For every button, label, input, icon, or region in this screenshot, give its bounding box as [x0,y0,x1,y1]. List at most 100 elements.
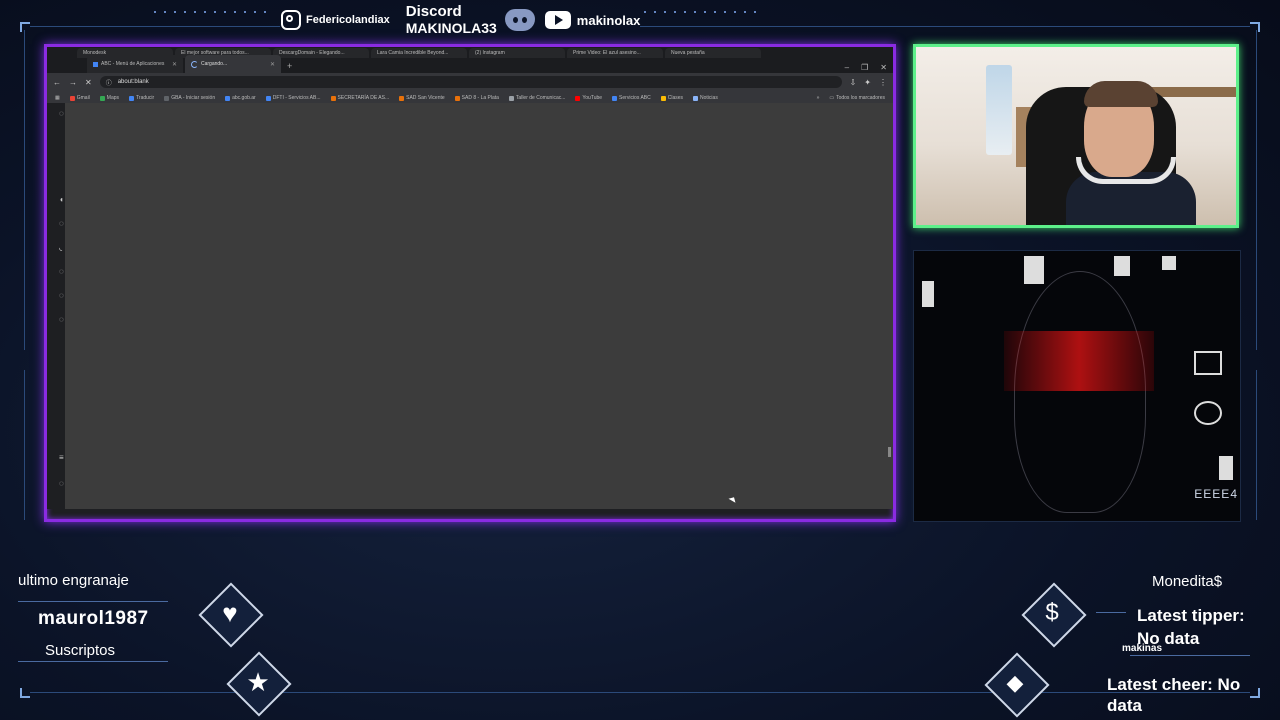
frame-corner-tl [20,22,30,32]
frame-line-right-lower [1256,370,1257,520]
browser-toolbar: ← → ✕ ⓘ about:blank ⇩ ✦ ⋮ [47,73,893,91]
bookmark-gba[interactable]: GBA - Iniciar sesión [164,95,215,101]
glitch-red-band [1004,331,1154,391]
person-hair [1084,81,1158,107]
close-icon[interactable]: ✕ [172,61,177,68]
dollar-icon: $ [1045,599,1059,626]
last-gear-user: maurol1987 [38,608,149,629]
tab-2[interactable]: DescargDomain - Elegando... [273,48,369,58]
bookmark-maps[interactable]: Maps [99,95,119,101]
gutter-glyph: ≡ [59,453,64,462]
dot-row-top-right [640,11,760,13]
subs-label: Suscriptos [45,642,116,659]
all-bookmarks[interactable]: ▭ Todos los marcadores [829,95,885,101]
close-window-icon[interactable]: ✕ [880,63,887,72]
gutter-glyph: ◌ [59,479,64,488]
tab-favicon-icon [93,61,98,67]
divider [1130,655,1250,656]
folder-icon: ▭ [829,95,835,101]
youtube-handle: makinolax [576,12,641,28]
bookmark-sad-san-vicente[interactable]: SAD San Vicente [399,95,445,101]
bookmark-abc[interactable]: abc.gob.ar [225,95,256,101]
gutter-glyph: ◌ [59,291,64,300]
glitch-block [1114,256,1130,276]
currency-label: makinas [1122,643,1163,654]
screen-capture-frame: Monodesk El mejor software para todos...… [44,44,896,522]
divider [18,601,168,602]
bookmark-youtube[interactable]: YouTube [575,95,602,101]
bookmark-secretaria[interactable]: SECRETARÍA DE AS... [330,95,389,101]
minimize-icon[interactable]: – [845,63,849,72]
new-tab-button[interactable]: + [283,61,296,71]
divider [1096,612,1126,613]
maximize-icon[interactable]: ❐ [861,63,868,72]
frame-line-left [24,30,25,350]
glitch-label: EEEE4 [1194,487,1238,501]
frame-line-top [30,26,280,27]
loading-spinner-icon [191,60,198,68]
forward-icon[interactable]: → [69,78,77,87]
glitch-block [1024,256,1044,284]
bookmark-servicios-abc[interactable]: Servicios ABC [612,95,651,101]
frame-corner-br [1250,688,1260,698]
tab-loading[interactable]: Cargando... ✕ [185,55,281,73]
bookmark-clases[interactable]: Clases [660,95,683,101]
site-info-icon: ⓘ [105,80,112,87]
tab-4[interactable]: (2) Instagram [469,48,565,58]
tab-abc-menu[interactable]: ABC - Menú de Aplicaciones ✕ [87,55,183,73]
webcam-frame [913,44,1239,228]
tab-5[interactable]: Prime Video: El azul asesino... [567,48,663,58]
latest-tipper-label: Latest tipper: [1137,606,1245,625]
left-gutter: ◌ ◖ ◌ ◟ ◌ ◌ ◌ ≡ ◌ [47,103,65,509]
bookmarks-overflow-icon[interactable]: » [817,95,820,101]
discord-handle: MAKINOLA33 [405,20,497,36]
latest-cheer-value: data [1107,696,1142,715]
frame-line-left-lower [24,370,25,520]
tab-strip-front: ABC - Menú de Aplicaciones ✕ Cargando...… [47,55,893,73]
address-bar[interactable]: ⓘ about:blank [99,76,842,88]
bookmark-gmail[interactable]: Gmail [69,95,90,101]
bookmark-taller[interactable]: Taller de Comunicac... [508,95,565,101]
headphones [1076,157,1176,184]
bookmark-sad-la-plata[interactable]: SAD 8 - La Plata [454,95,499,101]
instagram-icon [280,9,302,31]
frame-corner-bl [20,688,30,698]
gem-icon: ◆ [1006,670,1024,695]
glitch-block [1219,456,1233,480]
scrollbar[interactable] [888,447,891,457]
youtube-icon [543,9,573,31]
menu-icon[interactable]: ⋮ [879,78,887,87]
bookmark-noticias[interactable]: Noticias [693,95,718,101]
instagram-link: Federicolandiax [280,9,390,31]
water-dispenser [986,65,1012,155]
tab-label: Cargando... [201,61,228,67]
tab-label: ABC - Menú de Aplicaciones [101,61,165,67]
coins-label: Monedita$ [1152,573,1223,590]
back-icon[interactable]: ← [53,78,61,87]
youtube-link: makinolax [543,9,641,31]
page-content[interactable] [65,103,893,509]
extensions-icon[interactable]: ✦ [864,78,871,87]
window-controls: – ❐ ✕ [845,63,887,72]
frame-corner-tr [1250,22,1260,32]
discord-block: Discord MAKINOLA33 [406,3,497,37]
last-gear-label: ultimo engranaje [18,572,129,589]
dot-row-top-left [150,11,270,13]
install-icon[interactable]: ⇩ [850,78,857,87]
gutter-glyph: ◖ [59,195,64,204]
bookmark-translate[interactable]: Traducir [129,95,154,101]
tab-3[interactable]: Lara Camia Incredible Beyond... [371,48,467,58]
star-icon: ★ [246,666,270,697]
gutter-glyph: ◌ [59,267,64,276]
bookmark-dfti[interactable]: DFTI - Servicios AB... [265,95,321,101]
heart-icon: ♥ [222,597,238,628]
tab-6[interactable]: Nueva pestaña [665,48,761,58]
address-text: about:blank [117,79,149,85]
apps-grid-icon[interactable]: ▦ [55,95,60,101]
stop-icon[interactable]: ✕ [85,78,92,87]
gutter-glyph: ◟ [59,243,63,252]
frame-line-right [1256,30,1257,350]
glitch-block [1162,256,1176,270]
discord-label: Discord [405,3,462,20]
close-icon[interactable]: ✕ [270,61,275,68]
